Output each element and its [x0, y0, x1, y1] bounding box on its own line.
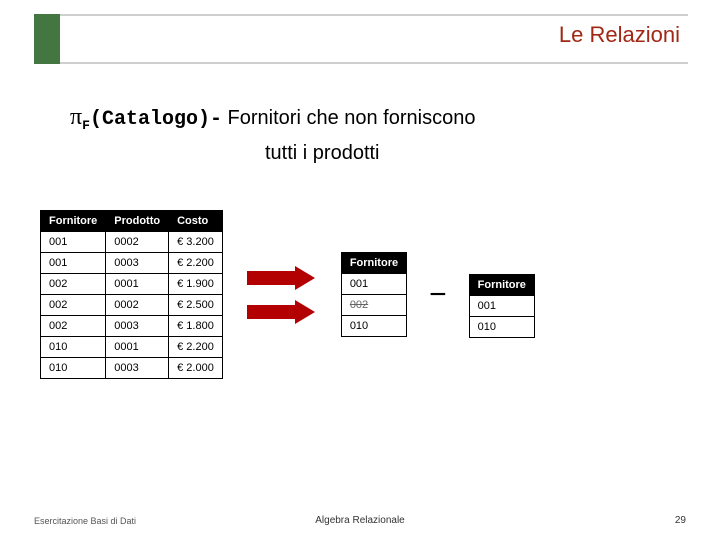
expr-text-line2: tutti i prodotti [265, 142, 380, 164]
th-prodotto: Prodotto [106, 211, 169, 232]
divider-bottom [60, 62, 688, 64]
table-row: 0010002€ 3.200 [41, 232, 223, 253]
middle-table-wrap: Fornitore 001 002 010 [341, 252, 407, 337]
accent-block [34, 14, 60, 64]
th-fornitore: Fornitore [41, 211, 106, 232]
table-row: 010 [341, 316, 406, 337]
table-catalogo: Fornitore Prodotto Costo 0010002€ 3.200 … [40, 210, 223, 379]
table-fornitore-result: Fornitore 001 010 [469, 274, 535, 338]
projection-arg: (Catalogo) [90, 108, 210, 131]
table-row: 0010003€ 2.200 [41, 253, 223, 274]
tables-row: Fornitore Prodotto Costo 0010002€ 3.200 … [40, 210, 535, 379]
slide-header: Le Relazioni [0, 0, 720, 70]
pi-symbol: π [70, 104, 82, 130]
th-fornitore: Fornitore [469, 274, 534, 295]
dash: - [210, 108, 222, 131]
table-row: 001 [469, 295, 534, 316]
table-row: 0020003€ 1.800 [41, 316, 223, 337]
arrow-column [247, 266, 317, 324]
table-row: 0020002€ 2.500 [41, 295, 223, 316]
footer-center: Algebra Relazionale [0, 515, 720, 526]
divider-top [60, 14, 688, 16]
table-row: 002 [341, 295, 406, 316]
th-fornitore: Fornitore [341, 253, 406, 274]
table-row: 0100001€ 2.200 [41, 337, 223, 358]
arrow-icon [247, 266, 317, 290]
table-row: 0020001€ 1.900 [41, 274, 223, 295]
minus-operator: − [425, 278, 451, 312]
table-row: 001 [341, 274, 406, 295]
table-row: 0100003€ 2.000 [41, 358, 223, 379]
table-row: 010 [469, 316, 534, 337]
expr-text-line1: Fornitori che non forniscono [228, 107, 476, 129]
expression-block: πF(Catalogo)- Fornitori che non fornisco… [70, 98, 680, 169]
pi-subscript: F [82, 118, 90, 133]
page-number: 29 [675, 515, 686, 526]
th-costo: Costo [169, 211, 223, 232]
slide-title: Le Relazioni [559, 22, 680, 48]
table-fornitore-mid: Fornitore 001 002 010 [341, 252, 407, 337]
result-table-wrap: Fornitore 001 010 [469, 274, 535, 338]
arrow-icon [247, 300, 317, 324]
